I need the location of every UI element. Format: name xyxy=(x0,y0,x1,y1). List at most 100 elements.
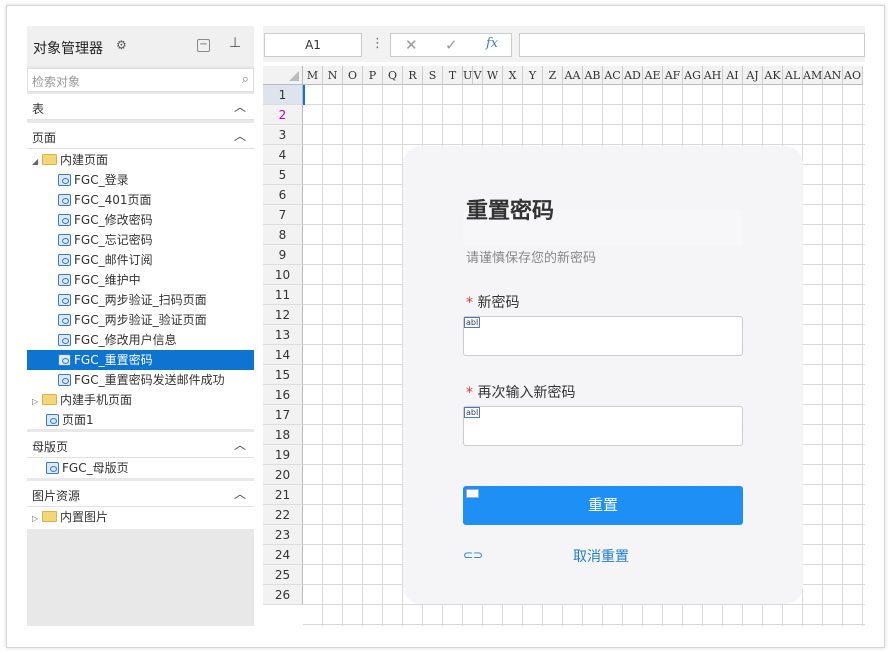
row-header[interactable]: 6 xyxy=(263,185,303,205)
column-header[interactable]: Y xyxy=(523,66,543,85)
column-header[interactable]: T xyxy=(443,66,463,85)
row-header[interactable]: 12 xyxy=(263,305,303,325)
column-header[interactable]: M xyxy=(303,66,323,85)
row-header[interactable]: 7 xyxy=(263,205,303,225)
gear-icon[interactable]: ⚙ xyxy=(116,38,127,52)
row-header[interactable]: 22 xyxy=(263,505,303,525)
column-header[interactable]: AC xyxy=(603,66,623,85)
column-header[interactable]: AJ xyxy=(743,66,763,85)
cancel-icon[interactable]: ✕ xyxy=(405,36,418,54)
chevron-up-icon[interactable]: ︿ xyxy=(234,436,246,453)
collapsed-triangle-icon[interactable]: ▷ xyxy=(32,509,42,529)
tree-item-label: FGC_401页面 xyxy=(74,193,152,207)
row-header[interactable]: 24 xyxy=(263,545,303,565)
confirm-icon[interactable]: ✓ xyxy=(445,36,458,54)
column-header[interactable]: AE xyxy=(643,66,663,85)
column-header[interactable]: AI xyxy=(723,66,743,85)
more-icon[interactable]: ⋮ xyxy=(371,36,384,51)
column-header[interactable]: P xyxy=(363,66,383,85)
tree-item-page[interactable]: FGC_两步验证_验证页面 xyxy=(27,310,254,330)
tree-item-page[interactable]: FGC_401页面 xyxy=(27,190,254,210)
tree-item-page[interactable]: FGC_维护中 xyxy=(27,270,254,290)
column-header[interactable]: AN xyxy=(823,66,843,85)
row-header[interactable]: 17 xyxy=(263,405,303,425)
pin-icon[interactable]: ⊥ xyxy=(229,35,241,51)
chevron-up-icon[interactable]: ︿ xyxy=(234,485,246,502)
column-header[interactable]: AG xyxy=(683,66,703,85)
cancel-reset-link[interactable]: 取消重置 xyxy=(573,546,629,566)
new-password-input[interactable]: abl xyxy=(463,316,743,356)
tree-item-master-page[interactable]: FGC_母版页 xyxy=(27,458,254,478)
cell-reference-box[interactable]: A1 xyxy=(264,33,362,57)
row-header[interactable]: 19 xyxy=(263,445,303,465)
section-header-table[interactable]: 表 ︿ xyxy=(27,94,254,120)
section-header-master[interactable]: 母版页 ︿ xyxy=(27,432,254,458)
tree-item-page1[interactable]: 页面1 xyxy=(27,410,254,430)
spreadsheet-grid[interactable]: M N O P Q R S T U V W X Y Z AA AB AC AD AE AF AG AH AI AJ AK AL AM… xyxy=(263,66,865,626)
chevron-up-icon[interactable]: ︿ xyxy=(234,127,246,144)
row-header[interactable]: 20 xyxy=(263,465,303,485)
column-header[interactable]: V xyxy=(473,66,483,85)
tree-folder-builtin-pages[interactable]: ◢ 内建页面 xyxy=(27,150,254,170)
row-header[interactable]: 9 xyxy=(263,245,303,265)
column-header[interactable]: Q xyxy=(383,66,403,85)
column-header[interactable]: X xyxy=(503,66,523,85)
tree-folder-builtin-images[interactable]: ▷ 内置图片 xyxy=(27,507,254,527)
tree-item-page[interactable]: FGC_邮件订阅 xyxy=(27,250,254,270)
column-header[interactable]: W xyxy=(483,66,503,85)
column-header[interactable]: AM xyxy=(803,66,823,85)
select-all-corner[interactable] xyxy=(263,66,303,85)
tree-item-page[interactable]: FGC_修改密码 xyxy=(27,210,254,230)
row-header[interactable]: 14 xyxy=(263,345,303,365)
column-header[interactable]: O xyxy=(343,66,363,85)
column-header[interactable]: S xyxy=(423,66,443,85)
row-header[interactable]: 11 xyxy=(263,285,303,305)
section-header-page[interactable]: 页面 ︿ xyxy=(27,123,254,149)
tree-item-page[interactable]: FGC_忘记密码 xyxy=(27,230,254,250)
confirm-password-input[interactable]: abl xyxy=(463,406,743,446)
section-header-images[interactable]: 图片资源 ︿ xyxy=(27,481,254,507)
tree-item-page[interactable]: FGC_两步验证_扫码页面 xyxy=(27,290,254,310)
collapsed-triangle-icon[interactable]: ▷ xyxy=(32,392,42,412)
search-icon[interactable]: ⌕ xyxy=(242,72,249,87)
column-header[interactable]: AK xyxy=(763,66,783,85)
row-header[interactable]: 4 xyxy=(263,145,303,165)
row-header[interactable]: 25 xyxy=(263,565,303,585)
tree-folder-builtin-mobile[interactable]: ▷ 内建手机页面 xyxy=(27,390,254,410)
row-header[interactable]: 1 xyxy=(263,85,303,105)
column-header[interactable]: AD xyxy=(623,66,643,85)
row-header[interactable]: 16 xyxy=(263,385,303,405)
row-header[interactable]: 26 xyxy=(263,585,303,605)
row-header[interactable]: 23 xyxy=(263,525,303,545)
formula-input[interactable] xyxy=(519,33,865,57)
reset-button[interactable]: 重置 xyxy=(463,486,743,525)
row-header[interactable]: 2 xyxy=(263,105,303,125)
column-header[interactable]: AO xyxy=(843,66,863,85)
column-header[interactable]: AL xyxy=(783,66,803,85)
row-header[interactable]: 15 xyxy=(263,365,303,385)
search-input[interactable]: 检索对象 ⌕ xyxy=(27,68,254,92)
column-header[interactable]: AH xyxy=(703,66,723,85)
column-header[interactable]: AF xyxy=(663,66,683,85)
row-header[interactable]: 10 xyxy=(263,265,303,285)
row-header[interactable]: 13 xyxy=(263,325,303,345)
row-header[interactable]: 8 xyxy=(263,225,303,245)
row-header[interactable]: 21 xyxy=(263,485,303,505)
tree-item-page[interactable]: FGC_登录 xyxy=(27,170,254,190)
chevron-up-icon[interactable]: ︿ xyxy=(234,98,246,115)
column-header[interactable]: Z xyxy=(543,66,563,85)
tree-item-page[interactable]: FGC_重置密码 xyxy=(27,350,254,370)
column-header[interactable]: U xyxy=(463,66,473,85)
column-header[interactable]: AB xyxy=(583,66,603,85)
column-header[interactable]: AA xyxy=(563,66,583,85)
row-header[interactable]: 18 xyxy=(263,425,303,445)
row-header[interactable]: 5 xyxy=(263,165,303,185)
row-header[interactable]: 3 xyxy=(263,125,303,145)
column-header[interactable]: R xyxy=(403,66,423,85)
expand-triangle-icon[interactable]: ◢ xyxy=(32,152,42,172)
function-icon[interactable]: fx xyxy=(486,36,498,51)
tree-item-page[interactable]: FGC_修改用户信息 xyxy=(27,330,254,350)
collapse-icon[interactable]: − xyxy=(197,39,210,52)
column-header[interactable]: N xyxy=(323,66,343,85)
tree-item-page[interactable]: FGC_重置密码发送邮件成功 xyxy=(27,370,254,390)
